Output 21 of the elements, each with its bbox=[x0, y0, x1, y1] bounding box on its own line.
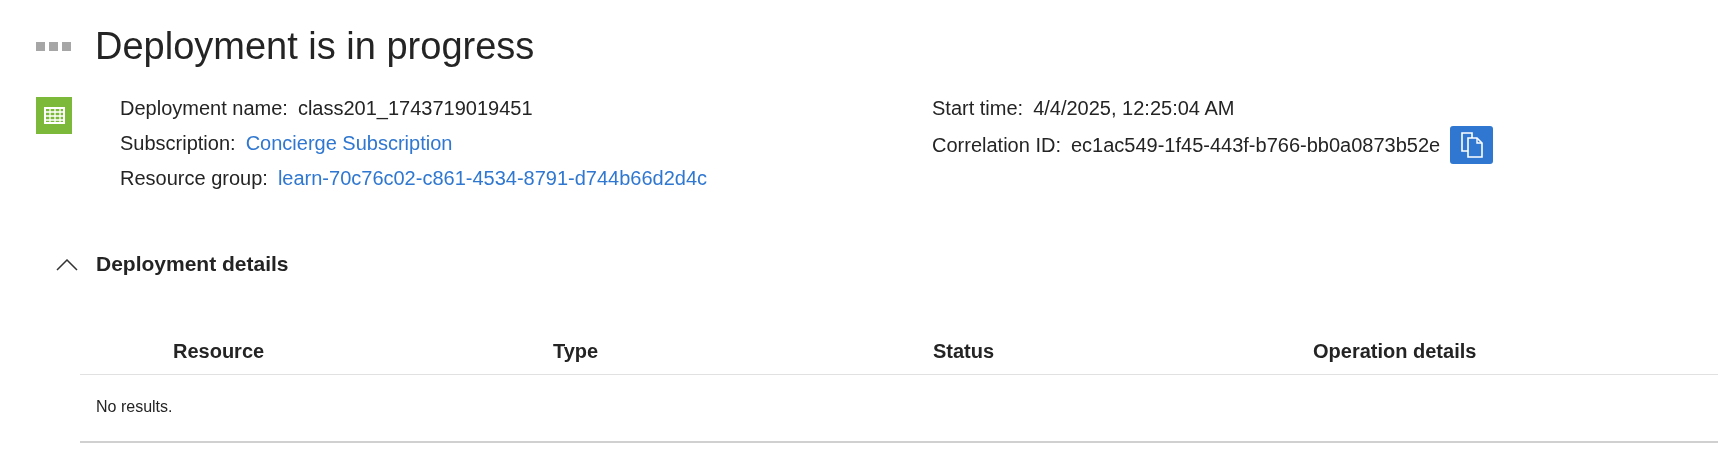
grid-icon bbox=[36, 97, 72, 134]
column-header: Operation details bbox=[1313, 338, 1478, 364]
copy-icon bbox=[1458, 131, 1485, 159]
section-title: Deployment details bbox=[96, 251, 289, 277]
field-label: Resource group: bbox=[120, 166, 268, 191]
field-value: ec1ac549-1f45-443f-b766-bb0a0873b52e bbox=[1070, 132, 1441, 158]
column-header: Status bbox=[933, 338, 996, 364]
field-label: Subscription: bbox=[120, 131, 236, 156]
link[interactable]: Concierge Subscription bbox=[245, 126, 453, 161]
page-title: Deployment is in progress bbox=[95, 27, 535, 65]
field-label: Correlation ID: bbox=[932, 132, 1061, 158]
loading-icon bbox=[36, 41, 71, 51]
field-value: 4/4/2025, 12:25:04 AM bbox=[1033, 96, 1235, 121]
field-label: Start time: bbox=[932, 96, 1024, 121]
field-label: Deployment name: bbox=[120, 96, 288, 121]
column-header: Type bbox=[553, 338, 600, 364]
field-value: class201_1743719019451 bbox=[297, 96, 533, 122]
empty-message: No results. bbox=[96, 397, 173, 415]
copy-button[interactable] bbox=[1450, 126, 1494, 164]
column-header: Resource bbox=[173, 338, 266, 364]
link[interactable]: learn-70c76c02-c861-4534-8791-d744b66d2d4c bbox=[277, 161, 708, 196]
